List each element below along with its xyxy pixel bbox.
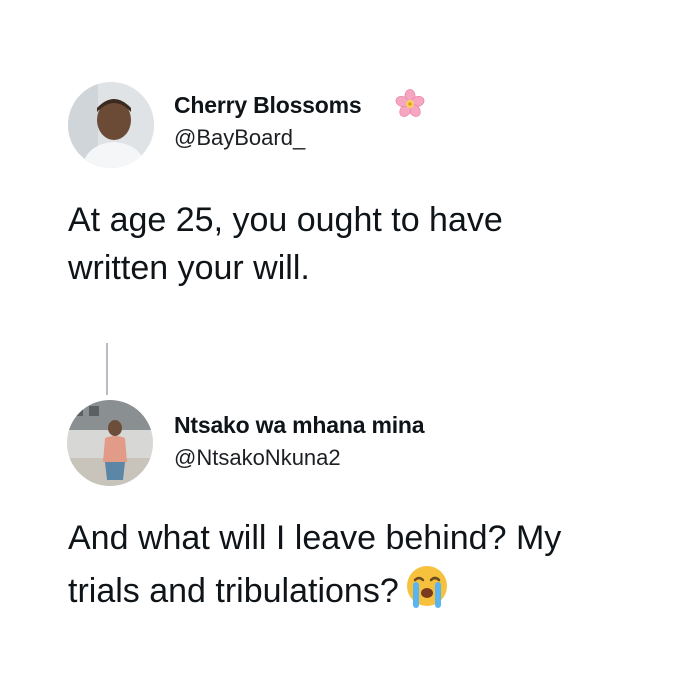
loudly-crying-face-icon bbox=[403, 562, 451, 610]
tweet-text-line: And what will I leave behind? My bbox=[68, 519, 562, 557]
author-name[interactable]: Cherry Blossoms bbox=[174, 92, 362, 119]
profile-photo-icon bbox=[68, 82, 154, 168]
avatar[interactable] bbox=[67, 400, 153, 486]
tweet-text-line-content: trials and tribulations? bbox=[68, 572, 399, 610]
tweet-text-line: written your will. bbox=[68, 249, 310, 287]
reply-thread-line bbox=[106, 343, 108, 395]
author-handle[interactable]: @BayBoard_ bbox=[174, 125, 305, 151]
author-handle[interactable]: @NtsakoNkuna2 bbox=[174, 445, 341, 471]
profile-photo-icon bbox=[67, 400, 153, 486]
author-name[interactable]: Ntsako wa mhana mina bbox=[174, 412, 425, 439]
tweet-text: And what will I leave behind? My trials … bbox=[68, 514, 561, 615]
cherry-blossom-icon bbox=[394, 88, 426, 120]
tweet-text-line: At age 25, you ought to have bbox=[68, 201, 503, 239]
avatar[interactable] bbox=[68, 82, 154, 168]
tweet-text-line: trials and tribulations? bbox=[68, 562, 561, 615]
tweet-text: At age 25, you ought to have written you… bbox=[68, 196, 503, 292]
